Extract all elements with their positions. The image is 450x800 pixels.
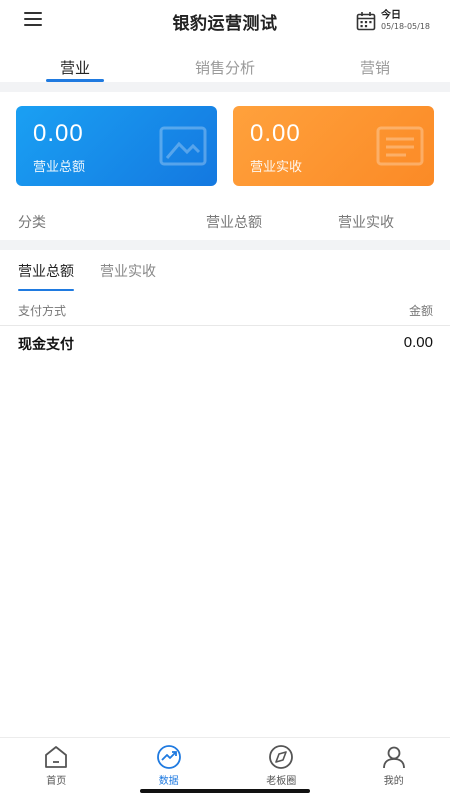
table-header: 支付方式 金额 — [0, 298, 450, 326]
nav-boss-circle-label: 老板圈 — [266, 776, 297, 787]
subtab-received-revenue[interactable]: 营业实收 — [100, 261, 156, 291]
home-indicator — [140, 789, 310, 793]
app-header: 银豹运营测试 今日 05/18-05/18 — [0, 0, 450, 42]
calendar-icon — [356, 12, 376, 31]
top-tab-bar: 营业 销售分析 营销 — [0, 48, 450, 82]
received-revenue-label: 营业实收 — [250, 160, 303, 175]
nav-profile[interactable]: 我的 — [338, 738, 450, 800]
date-range: 05/18-05/18 — [381, 22, 430, 31]
section-divider — [0, 240, 450, 250]
category-header: 分类 — [18, 215, 46, 231]
payment-method-cell: 现金支付 — [18, 337, 74, 353]
total-revenue-value: 0.00 — [33, 120, 84, 147]
date-picker-button[interactable]: 今日 05/18-05/18 — [356, 8, 430, 34]
nav-data-label: 数据 — [158, 776, 179, 787]
total-revenue-label: 营业总额 — [33, 160, 86, 175]
tab-business[interactable]: 营业 — [0, 48, 150, 82]
date-text: 今日 05/18-05/18 — [381, 11, 430, 31]
nav-home-label: 首页 — [46, 776, 67, 787]
received-revenue-value: 0.00 — [250, 120, 301, 147]
received-revenue-card[interactable]: 0.00 营业实收 — [233, 106, 434, 186]
total-revenue-card[interactable]: 0.00 营业总额 — [16, 106, 217, 186]
amount-cell: 0.00 — [403, 334, 433, 351]
document-icon — [376, 126, 424, 166]
image-icon — [159, 126, 207, 166]
sub-tab-bar: 营业总额 营业实收 — [18, 261, 182, 291]
summary-cards: 0.00 营业总额 0.00 营业实收 — [16, 106, 434, 186]
chart-icon — [156, 745, 181, 769]
section-divider — [0, 82, 450, 92]
payment-table: 支付方式 金额 现金支付 0.00 — [0, 298, 450, 358]
home-icon — [45, 746, 68, 768]
tab-marketing[interactable]: 营销 — [300, 48, 450, 82]
amount-header: 金额 — [408, 304, 433, 318]
nav-home[interactable]: 首页 — [0, 738, 113, 800]
compass-icon — [269, 745, 294, 769]
user-icon — [382, 746, 405, 769]
nav-profile-label: 我的 — [383, 776, 404, 787]
subtab-total-revenue[interactable]: 营业总额 — [18, 261, 74, 291]
date-label: 今日 — [381, 10, 401, 21]
table-row[interactable]: 现金支付 0.00 — [0, 326, 450, 358]
total-revenue-header: 营业总额 — [206, 215, 262, 231]
tab-sales-analysis[interactable]: 销售分析 — [150, 48, 300, 82]
summary-header-row: 分类 营业总额 营业实收 — [0, 206, 450, 236]
received-revenue-header: 营业实收 — [338, 215, 394, 231]
payment-method-header: 支付方式 — [18, 304, 67, 318]
